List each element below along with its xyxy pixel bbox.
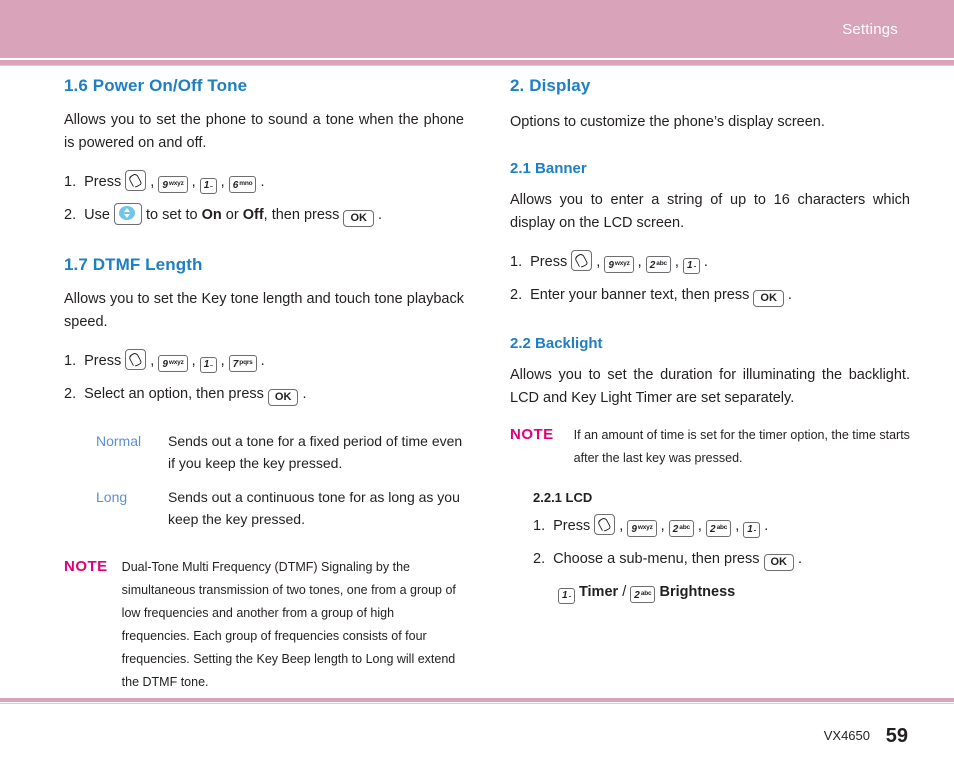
key-1-dots: 1.. <box>683 258 700 274</box>
step-17-1: 1. Press , 9wxyz , 1.. , 7pqrs . <box>64 348 464 375</box>
section-heading-display: 2. Display <box>510 76 591 95</box>
note-text: If an amount of time is set for the time… <box>573 428 910 465</box>
ok-key-icon: OK <box>267 389 299 406</box>
step-text: Press <box>553 518 591 534</box>
step-17-2: 2. Select an option, then press OK . <box>64 381 464 408</box>
step-21-2: 2. Enter your banner text, then press OK… <box>510 282 910 309</box>
key-9-wxyz: 9wxyz <box>604 256 634 273</box>
step-number: 1. <box>533 518 546 534</box>
page-header-title: Settings <box>842 21 898 38</box>
note-block-dtmf: NOTE Dual-Tone Multi Frequency (DTMF) Si… <box>64 556 464 694</box>
key-1-dots: 1.. <box>199 178 217 194</box>
step-text: Choose a sub-menu, then press <box>553 551 760 567</box>
step-number: 2. <box>64 386 77 402</box>
step-21-1: 1. Press , 9wxyz , 2abc , 1.. . <box>510 249 910 276</box>
step-text: Select an option, then press <box>84 386 264 402</box>
ok-key-icon: OK <box>753 290 784 307</box>
key-2-abc: 2abc <box>668 520 694 537</box>
step-text-mid: to set to <box>145 207 198 223</box>
note-label: NOTE <box>510 426 554 443</box>
step-221-2: 2. Choose a sub-menu, then press OK . <box>533 546 910 573</box>
footer-rule <box>0 698 954 702</box>
key-9-wxyz: 9wxyz <box>158 176 188 193</box>
send-key-icon <box>125 349 147 370</box>
option-description: Sends out a continuous tone for as long … <box>168 489 460 527</box>
step-text-then: , then press <box>263 207 340 223</box>
paragraph-power-on-off-intro: Allows you to set the phone to sound a t… <box>64 112 464 151</box>
section-heading-dtmf-length: 1.7 DTMF Length <box>64 255 203 274</box>
note-block-backlight: NOTE If an amount of time is set for the… <box>510 424 910 470</box>
step-221-1: 1. Press , 9wxyz , 2abc , 2abc , 1.. . <box>533 513 910 540</box>
key-9-wxyz: 9wxyz <box>158 355 188 372</box>
step-text: Enter your banner text, then press <box>530 287 750 303</box>
key-7-pqrs: 7pqrs <box>228 355 257 372</box>
key-1-dots: 1.. <box>558 588 575 604</box>
paragraph-backlight-intro: Allows you to set the duration for illum… <box>510 367 910 406</box>
step-number: 1. <box>64 353 77 369</box>
left-column: 1.6 Power On/Off Tone Allows you to set … <box>64 76 464 694</box>
footer-rule-thin <box>0 703 954 704</box>
section-heading-banner: 2.1 Banner <box>510 160 587 177</box>
key-2-abc: 2abc <box>706 520 732 537</box>
paragraph-banner-intro: Allows you to enter a string of up to 16… <box>510 192 910 231</box>
option-name: Long <box>96 489 128 505</box>
submenu-option-timer: Timer <box>578 584 619 600</box>
note-text: Dual-Tone Multi Frequency (DTMF) Signali… <box>121 560 456 689</box>
right-column: 2. Display Options to customize the phon… <box>510 76 910 606</box>
value-on: On <box>201 207 222 223</box>
step-text-or: or <box>225 207 239 223</box>
option-row-normal: Normal Sends out a tone for a fixed peri… <box>64 430 464 474</box>
paragraph-dtmf-intro: Allows you to set the Key tone length an… <box>64 291 464 330</box>
key-2-abc: 2abc <box>645 256 671 273</box>
ok-key-icon: OK <box>763 554 794 571</box>
step-number: 2. <box>533 551 546 567</box>
submenu-separator: / <box>622 584 627 600</box>
paragraph-display-intro: Options to customize the phone’s display… <box>510 114 825 130</box>
header-rule-thin <box>0 65 954 66</box>
step-text: Use <box>84 207 110 223</box>
footer-page-number: 59 <box>885 725 908 747</box>
step-number: 2. <box>64 207 77 223</box>
step-16-2: 2. Use to set to On or Off, then press O… <box>64 202 464 229</box>
step-16-1: 1. Press , 9wxyz , 1.. , 6mno . <box>64 169 464 196</box>
section-heading-power-on-off-tone: 1.6 Power On/Off Tone <box>64 76 248 95</box>
navigation-key-icon <box>113 203 142 225</box>
section-heading-lcd: 2.2.1 LCD <box>533 490 593 505</box>
send-key-icon <box>571 250 593 271</box>
step-number: 2. <box>510 287 523 303</box>
submenu-option-brightness: Brightness <box>659 584 736 600</box>
step-text: Press <box>84 353 122 369</box>
footer-model-name: VX4650 <box>823 728 870 743</box>
page-header-band <box>0 0 954 58</box>
send-key-icon <box>594 514 616 535</box>
option-description: Sends out a tone for a fixed period of t… <box>168 433 463 471</box>
key-2-abc: 2abc <box>630 586 656 603</box>
note-label: NOTE <box>64 558 108 575</box>
key-9-wxyz: 9wxyz <box>627 520 657 537</box>
key-6-mno: 6mno <box>228 176 257 193</box>
step-text: Press <box>84 174 122 190</box>
key-1-dots: 1.. <box>743 522 761 538</box>
step-number: 1. <box>510 254 523 270</box>
option-name: Normal <box>96 433 142 449</box>
ok-key-icon: OK <box>343 210 374 227</box>
submenu-options-line: 1.. Timer / 2abc Brightness <box>558 579 910 606</box>
value-off: Off <box>242 207 264 223</box>
option-row-long: Long Sends out a continuous tone for as … <box>64 486 464 530</box>
step-text: Press <box>530 254 568 270</box>
section-heading-backlight: 2.2 Backlight <box>510 335 603 352</box>
step-number: 1. <box>64 174 77 190</box>
send-key-icon <box>125 170 147 191</box>
key-1-dots: 1.. <box>199 357 217 373</box>
